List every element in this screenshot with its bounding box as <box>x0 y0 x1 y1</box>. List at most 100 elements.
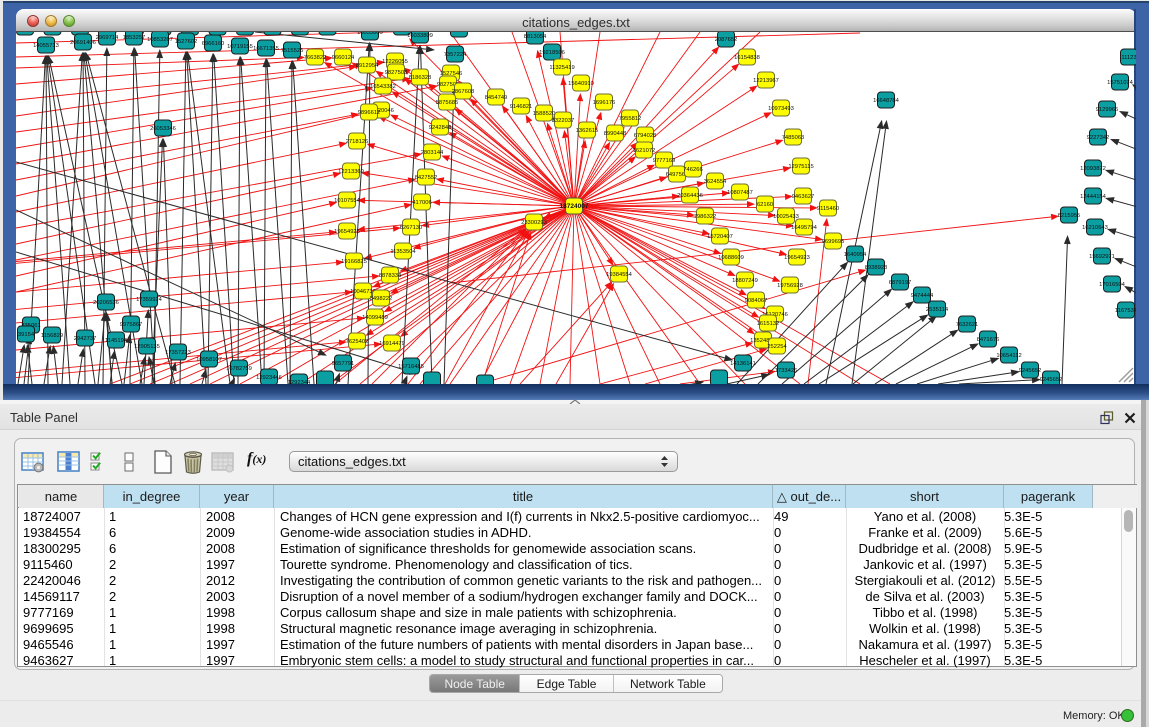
svg-text:12923446: 12923446 <box>256 375 282 381</box>
svg-text:10025433: 10025433 <box>773 214 799 220</box>
svg-text:1145194: 1145194 <box>105 338 128 344</box>
svg-text:12213369: 12213369 <box>338 169 364 175</box>
svg-text:16543382: 16543382 <box>370 84 396 90</box>
svg-text:9474444: 9474444 <box>911 293 934 299</box>
svg-text:18807249: 18807249 <box>732 278 758 284</box>
svg-text:20691406: 20691406 <box>70 40 96 46</box>
svg-text:10107554: 10107554 <box>334 198 361 204</box>
svg-text:7357224: 7357224 <box>444 52 467 58</box>
svg-text:9660124: 9660124 <box>332 55 355 61</box>
svg-text:26053346: 26053346 <box>150 126 176 132</box>
svg-text:8912954: 8912954 <box>356 63 379 69</box>
svg-text:7955812: 7955812 <box>619 116 642 122</box>
svg-text:17016504: 17016504 <box>1099 282 1126 288</box>
svg-text:2718126: 2718126 <box>346 139 369 145</box>
svg-text:11353504: 11353504 <box>390 249 416 255</box>
svg-text:3498222: 3498222 <box>370 296 393 302</box>
svg-text:8215955: 8215955 <box>1058 213 1081 219</box>
svg-text:9115460: 9115460 <box>817 206 839 212</box>
svg-text:5875685: 5875685 <box>436 100 459 106</box>
svg-text:15720407: 15720407 <box>707 234 733 240</box>
svg-text:3624554: 3624554 <box>704 179 727 185</box>
svg-text:12093872: 12093872 <box>1080 166 1106 172</box>
svg-text:11123: 11123 <box>1121 55 1136 61</box>
svg-text:16495794: 16495794 <box>791 225 818 231</box>
svg-text:14099489: 14099489 <box>362 315 388 321</box>
svg-text:6879197: 6879197 <box>889 280 912 286</box>
svg-text:1733426: 1733426 <box>775 368 798 374</box>
svg-text:7632621: 7632621 <box>956 322 979 328</box>
svg-text:12444154: 12444154 <box>1080 194 1107 200</box>
svg-text:62160: 62160 <box>757 202 773 208</box>
svg-text:9463627: 9463627 <box>792 194 815 200</box>
svg-text:8427552: 8427552 <box>415 175 438 181</box>
svg-text:8322037: 8322037 <box>552 118 575 124</box>
svg-text:16210643: 16210643 <box>1082 225 1108 231</box>
svg-text:2867608: 2867608 <box>452 89 475 95</box>
svg-text:14136141: 14136141 <box>730 361 756 367</box>
svg-text:12213967: 12213967 <box>753 78 779 84</box>
svg-text:9777169: 9777169 <box>653 158 676 164</box>
svg-text:9146821: 9146821 <box>510 104 533 110</box>
svg-text:1853257: 1853257 <box>123 35 146 41</box>
svg-text:16033809: 16033809 <box>357 32 383 36</box>
svg-text:7625402: 7625402 <box>346 339 369 345</box>
svg-text:16033809: 16033809 <box>407 33 433 39</box>
svg-text:8990448: 8990448 <box>604 131 627 137</box>
svg-text:9242848: 9242848 <box>429 125 452 131</box>
svg-text:18724007: 18724007 <box>560 203 589 210</box>
svg-text:17357223: 17357223 <box>165 350 191 356</box>
svg-text:12905135: 12905135 <box>134 344 160 350</box>
svg-text:17359924: 17359924 <box>136 297 163 303</box>
svg-text:10688609: 10688609 <box>718 255 744 261</box>
svg-text:1167534: 1167534 <box>1115 308 1136 314</box>
svg-text:10719155: 10719155 <box>227 44 253 50</box>
svg-text:8454749: 8454749 <box>485 95 508 101</box>
svg-text:10654112: 10654112 <box>996 353 1021 359</box>
svg-text:8267130: 8267130 <box>400 225 423 231</box>
svg-text:2535114: 2535114 <box>926 307 949 313</box>
svg-text:6794028: 6794028 <box>634 133 657 139</box>
svg-text:11325419: 11325419 <box>549 65 574 71</box>
svg-text:8813054: 8813054 <box>524 34 547 40</box>
svg-text:20364436: 20364436 <box>677 193 703 199</box>
svg-text:2087652: 2087652 <box>715 37 738 43</box>
svg-text:9227342: 9227342 <box>1087 135 1110 141</box>
svg-text:19756928: 19756928 <box>777 283 803 289</box>
svg-text:15751074: 15751074 <box>1107 80 1134 86</box>
svg-text:19654923: 19654923 <box>784 255 810 261</box>
svg-text:8938923: 8938923 <box>865 265 888 271</box>
svg-text:7515526: 7515526 <box>281 48 304 54</box>
svg-text:8186328: 8186328 <box>409 75 432 81</box>
svg-text:9827503: 9827503 <box>385 70 408 76</box>
svg-text:15716485: 15716485 <box>398 364 424 370</box>
svg-text:16914479: 16914479 <box>379 341 405 347</box>
svg-text:1615132: 1615132 <box>757 321 780 327</box>
svg-text:9245652: 9245652 <box>1040 377 1063 383</box>
svg-text:9245652: 9245652 <box>1019 368 1042 374</box>
svg-text:1696176: 1696176 <box>593 100 616 106</box>
svg-text:10853267: 10853267 <box>147 37 173 43</box>
svg-text:39154: 39154 <box>18 332 35 338</box>
svg-text:1527602: 1527602 <box>175 39 198 45</box>
svg-text:7485063: 7485063 <box>782 135 805 141</box>
svg-text:9657791: 9657791 <box>332 361 355 367</box>
svg-text:9084067: 9084067 <box>745 298 768 304</box>
svg-text:7663822: 7663822 <box>304 55 327 61</box>
svg-text:20206536: 20206536 <box>93 300 119 306</box>
svg-text:10807487: 10807487 <box>727 190 753 196</box>
svg-text:746266: 746266 <box>683 167 702 173</box>
svg-text:23300293: 23300293 <box>521 220 547 226</box>
svg-text:9699695: 9699695 <box>822 239 845 245</box>
svg-text:2803144: 2803144 <box>421 150 444 156</box>
svg-text:1621072: 1621072 <box>633 148 656 154</box>
svg-text:8878334: 8878334 <box>379 273 402 279</box>
svg-text:19384554: 19384554 <box>606 272 633 278</box>
svg-text:16671355: 16671355 <box>253 46 279 52</box>
svg-text:9129966: 9129966 <box>1096 107 1119 113</box>
svg-text:19166825: 19166825 <box>341 259 367 265</box>
svg-text:1362615: 1362615 <box>576 128 599 134</box>
svg-text:2942737: 2942737 <box>74 336 97 342</box>
svg-text:8471676: 8471676 <box>977 337 1000 343</box>
svg-text:1156829: 1156829 <box>41 333 63 339</box>
